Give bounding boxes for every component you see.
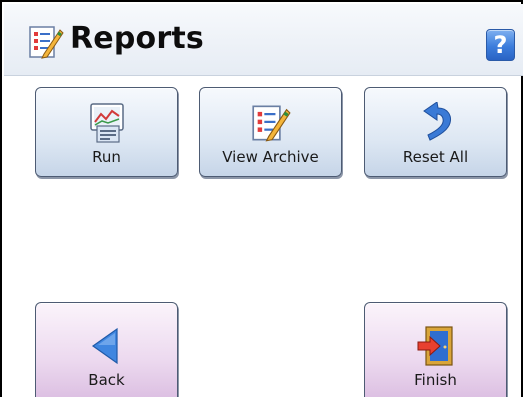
finish-button[interactable]: Finish	[364, 302, 507, 397]
page-title: Reports	[70, 21, 204, 56]
help-button[interactable]: ?	[486, 29, 515, 61]
back-triangle-icon	[91, 327, 118, 365]
view-archive-button[interactable]: View Archive	[199, 87, 342, 177]
report-edit-icon	[29, 26, 64, 59]
reset-all-button-label: Reset All	[402, 148, 469, 166]
back-button[interactable]: Back	[35, 302, 178, 397]
finish-button-label: Finish	[414, 371, 457, 389]
back-button-label: Back	[88, 371, 125, 389]
run-button-label: Run	[92, 148, 121, 166]
header-bar: Reports ?	[4, 4, 523, 76]
reset-all-button[interactable]: Reset All	[364, 87, 507, 177]
chart-report-icon	[89, 103, 124, 143]
view-archive-button-label: View Archive	[222, 148, 319, 166]
report-edit-icon	[251, 105, 291, 142]
run-button[interactable]: Run	[35, 87, 178, 177]
exit-door-icon	[417, 326, 453, 366]
undo-arrow-icon	[422, 102, 451, 141]
reports-screen: Reports ? Run View Archive Reset All Bac…	[0, 0, 523, 397]
